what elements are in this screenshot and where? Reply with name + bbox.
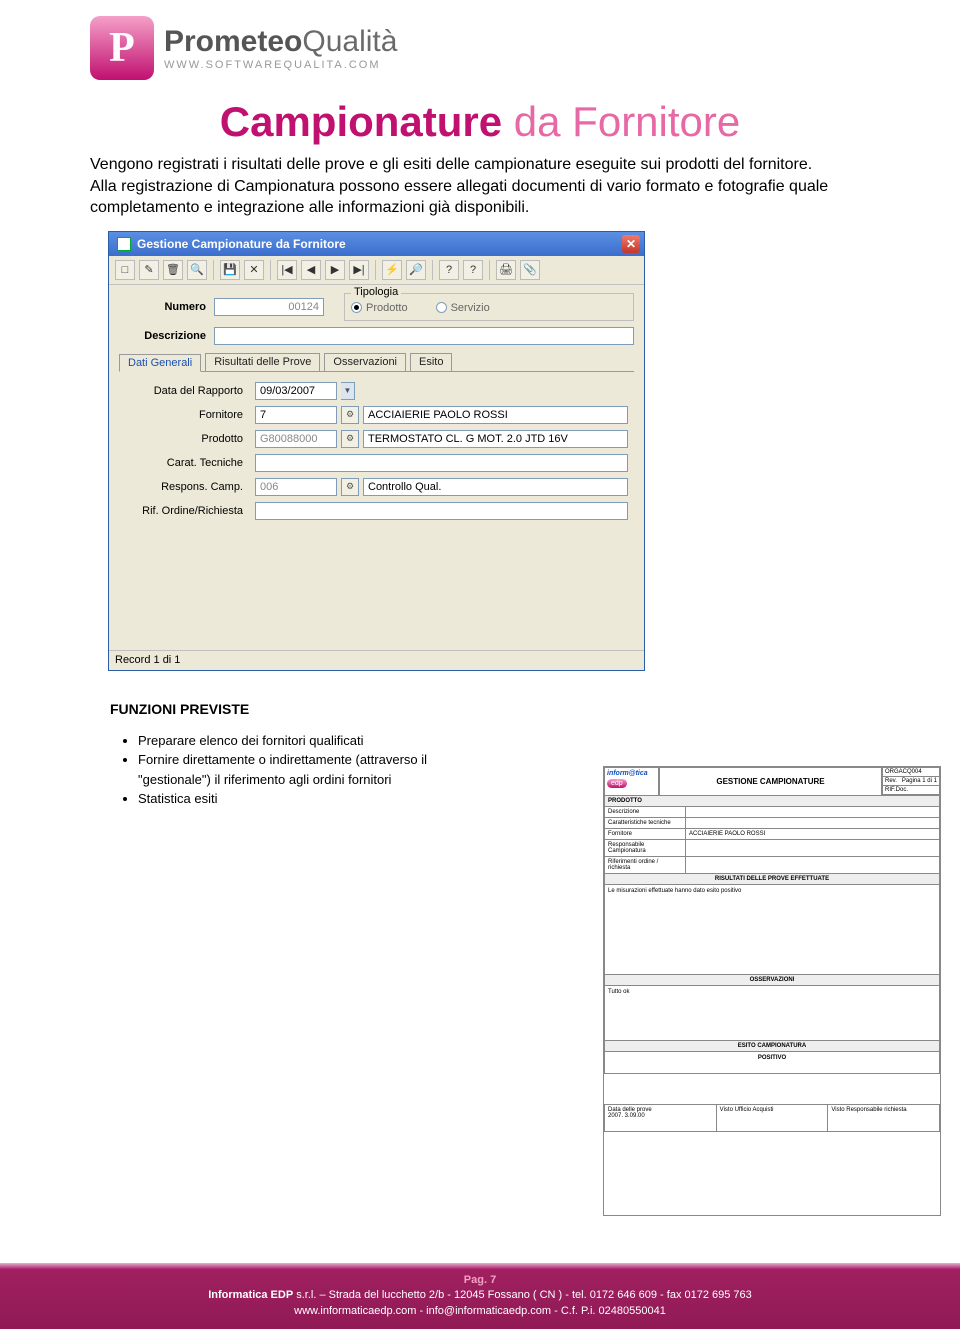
prodotto-name-field[interactable]: TERMOSTATO CL. G MOT. 2.0 JTD 16V — [363, 430, 628, 448]
report-osserv-text: Tutto ok — [604, 986, 940, 1041]
respons-lookup-icon[interactable]: ⚙ — [341, 478, 359, 496]
report-logo: inform@tica edp — [604, 767, 659, 796]
respons-label: Respons. Camp. — [125, 481, 251, 493]
tab-risultati[interactable]: Risultati delle Prove — [205, 353, 320, 371]
descrizione-label: Descrizione — [119, 330, 214, 342]
report-sec-risultati: RISULTATI DELLE PROVE EFFETTUATE — [604, 874, 940, 885]
report-preview: inform@tica edp GESTIONE CAMPIONATURE OR… — [603, 766, 941, 1216]
tab-bar: Dati Generali Risultati delle Prove Osse… — [119, 353, 634, 371]
funzioni-item: Preparare elenco dei fornitori qualifica… — [138, 731, 480, 751]
page-number: Pag. 7 — [0, 1273, 960, 1288]
prev-icon[interactable]: ◀ — [301, 260, 321, 280]
toolbar: □ ✎ 🗑 🔍 💾 ✕ |◀ ◀ ▶ ▶| ⚡ 🔎 ? ? 🖨 📎 — [109, 256, 644, 285]
rif-ordine-label: Rif. Ordine/Richiesta — [125, 505, 251, 517]
prodotto-label: Prodotto — [125, 433, 251, 445]
cancel-icon[interactable]: ✕ — [244, 260, 264, 280]
fornitore-code-field[interactable]: 7 — [255, 406, 337, 424]
intro-paragraph: Vengono registrati i risultati delle pro… — [0, 154, 960, 219]
new-icon[interactable]: □ — [115, 260, 135, 280]
report-sec-prodotto: PRODOTTO — [604, 796, 940, 807]
action-icon[interactable]: ⚡ — [382, 260, 402, 280]
info-icon[interactable]: ? — [463, 260, 483, 280]
data-rapporto-field[interactable]: 09/03/2007 — [255, 382, 337, 400]
report-signatures: Data delle prove2007. 3.09.00 Visto Uffi… — [604, 1104, 940, 1132]
tab-osservazioni[interactable]: Osservazioni — [324, 353, 406, 371]
tab-esito[interactable]: Esito — [410, 353, 452, 371]
data-rapporto-label: Data del Rapporto — [125, 385, 251, 397]
first-icon[interactable]: |◀ — [277, 260, 297, 280]
save-icon[interactable]: 💾 — [220, 260, 240, 280]
report-meta: ORGACQ004 Rev. Pagina 1 di 1 RIF.Doc. — [882, 767, 940, 796]
funzioni-item: Statistica esiti — [138, 789, 480, 809]
report-sec-osserv: OSSERVAZIONI — [604, 975, 940, 986]
carat-label: Carat. Tecniche — [125, 457, 251, 469]
last-icon[interactable]: ▶| — [349, 260, 369, 280]
attach-icon[interactable]: 📎 — [520, 260, 540, 280]
zoom-icon[interactable]: 🔎 — [406, 260, 426, 280]
print-icon[interactable]: 🖨 — [496, 260, 516, 280]
funzioni-title: FUNZIONI PREVISTE — [110, 701, 480, 717]
radio-prodotto[interactable]: Prodotto — [351, 302, 408, 314]
carat-field[interactable] — [255, 454, 628, 472]
numero-field[interactable]: 00124 — [214, 298, 324, 316]
find-icon[interactable]: 🔍 — [187, 260, 207, 280]
report-sec-esito: ESITO CAMPIONATURA — [604, 1041, 940, 1052]
brand-header: PrometeoQualità WWW.SOFTWAREQUALITA.COM — [0, 0, 960, 80]
date-dropdown-icon[interactable]: ▼ — [341, 382, 355, 400]
fornitore-name-field[interactable]: ACCIAIERIE PAOLO ROSSI — [363, 406, 628, 424]
prodotto-code-field[interactable]: G80088000 — [255, 430, 337, 448]
window-titlebar: Gestione Campionature da Fornitore ✕ — [109, 232, 644, 256]
report-title: GESTIONE CAMPIONATURE — [659, 767, 882, 796]
delete-icon[interactable]: 🗑 — [163, 260, 183, 280]
report-risultati-text: Le misurazioni effettuate hanno dato esi… — [604, 885, 940, 975]
help-icon[interactable]: ? — [439, 260, 459, 280]
fornitore-lookup-icon[interactable]: ⚙ — [341, 406, 359, 424]
prodotto-lookup-icon[interactable]: ⚙ — [341, 430, 359, 448]
respons-code-field[interactable]: 006 — [255, 478, 337, 496]
page-title: Campionature da Fornitore — [0, 98, 960, 146]
descrizione-field[interactable] — [214, 327, 634, 345]
logo-text: PrometeoQualità WWW.SOFTWAREQUALITA.COM — [164, 25, 397, 71]
radio-servizio[interactable]: Servizio — [436, 302, 490, 314]
funzioni-section: FUNZIONI PREVISTE Preparare elenco dei f… — [0, 671, 480, 809]
funzioni-item: Fornire direttamente o indirettamente (a… — [138, 750, 480, 789]
logo-icon — [90, 16, 154, 80]
numero-label: Numero — [119, 301, 214, 313]
next-icon[interactable]: ▶ — [325, 260, 345, 280]
report-esito-value: POSITIVO — [604, 1052, 940, 1074]
tab-dati-generali[interactable]: Dati Generali — [119, 354, 201, 372]
window-icon — [117, 237, 131, 251]
respons-name-field[interactable]: Controllo Qual. — [363, 478, 628, 496]
edit-icon[interactable]: ✎ — [139, 260, 159, 280]
status-bar: Record 1 di 1 — [109, 650, 644, 670]
rif-ordine-field[interactable] — [255, 502, 628, 520]
window-title: Gestione Campionature da Fornitore — [137, 237, 346, 251]
tipologia-legend: Tipologia — [351, 286, 401, 298]
app-window: Gestione Campionature da Fornitore ✕ □ ✎… — [108, 231, 645, 671]
close-icon[interactable]: ✕ — [622, 235, 640, 253]
fornitore-label: Fornitore — [125, 409, 251, 421]
page-footer: Pag. 7 Informatica EDP s.r.l. – Strada d… — [0, 1263, 960, 1327]
